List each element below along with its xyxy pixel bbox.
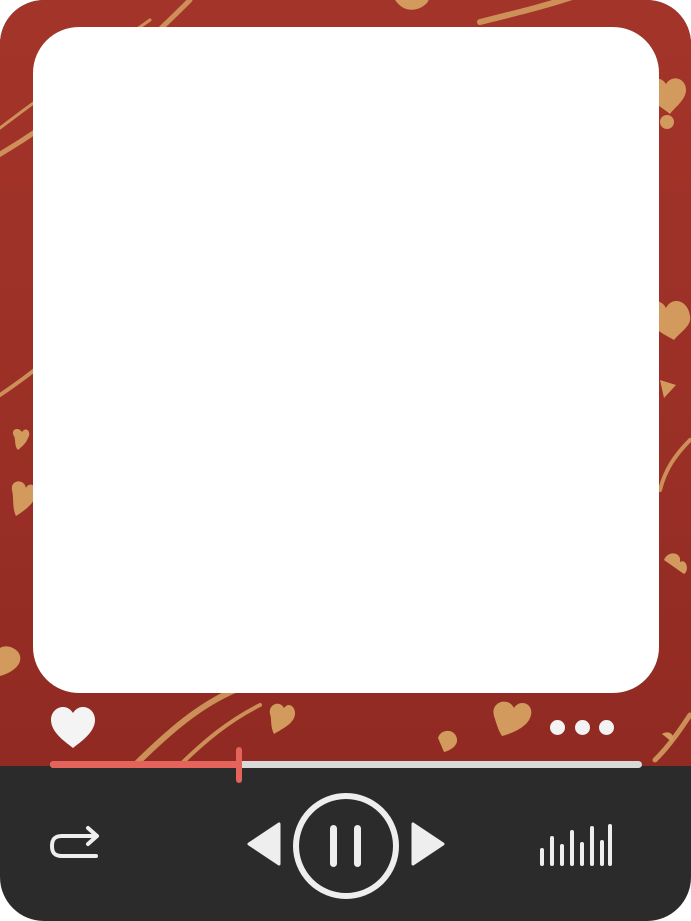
pause-icon [293, 793, 399, 899]
progress-fill [50, 761, 240, 768]
next-button[interactable] [410, 822, 446, 866]
repeat-button[interactable] [46, 820, 104, 864]
equalizer-button[interactable] [536, 820, 616, 870]
previous-button[interactable] [246, 822, 282, 866]
more-options-button[interactable] [550, 716, 614, 738]
repeat-icon [50, 826, 99, 858]
more-dots-icon [574, 719, 590, 735]
progress-handle[interactable] [236, 747, 243, 783]
photo-placeholder [33, 27, 659, 693]
pause-button[interactable] [291, 791, 401, 901]
progress-bar[interactable] [50, 747, 642, 783]
music-player-frame [0, 0, 691, 921]
more-dots-icon [599, 719, 614, 735]
next-triangle-icon [411, 822, 445, 866]
heart-icon [51, 707, 95, 748]
more-dots-icon [550, 719, 565, 735]
decorative-red-frame [0, 0, 691, 766]
previous-triangle-icon [247, 822, 281, 866]
like-button[interactable] [49, 706, 97, 750]
equalizer-icon [540, 824, 612, 866]
